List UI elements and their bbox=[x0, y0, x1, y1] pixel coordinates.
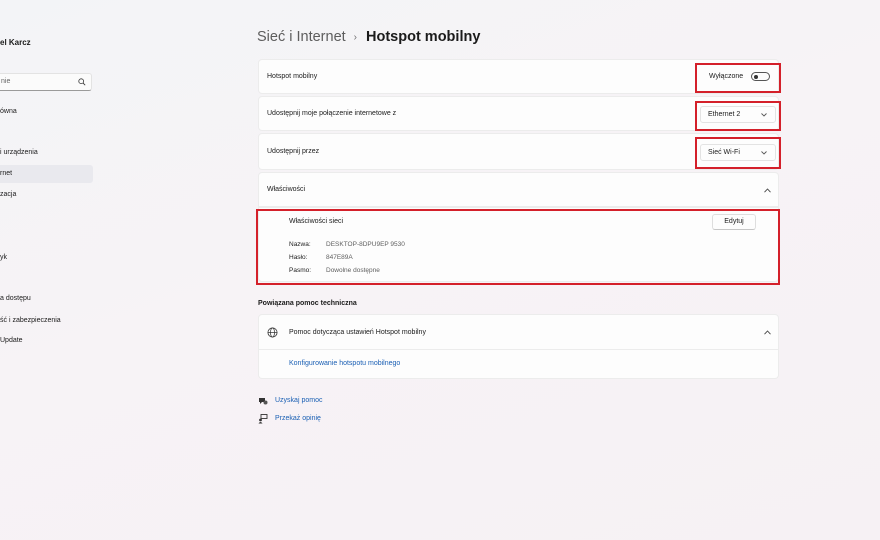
search-placeholder: nie bbox=[1, 78, 11, 85]
user-name: el Karcz bbox=[0, 38, 31, 47]
breadcrumb-parent[interactable]: Sieć i Internet bbox=[257, 29, 346, 45]
edit-button[interactable]: Edytuj bbox=[712, 214, 756, 230]
share-from-dropdown[interactable]: Ethernet 2 bbox=[700, 106, 776, 123]
property-value-password: 847E89A bbox=[326, 254, 353, 261]
share-from-card: Udostępnij moje połączenie internetowe z… bbox=[258, 96, 781, 131]
share-over-value: Sieć Wi-Fi bbox=[708, 149, 740, 156]
network-properties-panel: Właściwości sieci Edytuj Nazwa: DESKTOP-… bbox=[256, 207, 780, 285]
share-from-label: Udostępnij moje połączenie internetowe z bbox=[267, 110, 397, 117]
share-over-label: Udostępnij przez bbox=[267, 148, 320, 155]
help-chat-icon bbox=[259, 398, 268, 405]
share-from-value: Ethernet 2 bbox=[708, 111, 741, 118]
help-expander[interactable]: Pomoc dotycząca ustawień Hotspot mobilny bbox=[258, 314, 779, 350]
hotspot-card: Hotspot mobilny Wyłączone bbox=[258, 59, 781, 94]
feedback-link[interactable]: Przekaż opinię bbox=[275, 415, 321, 422]
chevron-up-icon bbox=[764, 330, 771, 335]
chevron-up-icon bbox=[764, 188, 771, 193]
network-properties-title: Właściwości sieci bbox=[289, 218, 344, 225]
hotspot-label: Hotspot mobilny bbox=[267, 73, 318, 80]
related-help-title: Powiązana pomoc techniczna bbox=[258, 300, 357, 307]
help-content: Konfigurowanie hotspotu mobilnego bbox=[258, 350, 779, 379]
chevron-down-icon bbox=[761, 151, 767, 155]
chevron-down-icon bbox=[761, 113, 767, 117]
sidebar-item-network[interactable]: rnet bbox=[0, 165, 93, 183]
properties-expander[interactable]: Właściwości bbox=[258, 172, 779, 207]
property-key: Hasło: bbox=[289, 254, 308, 261]
get-help-link[interactable]: Uzyskaj pomoc bbox=[275, 397, 322, 404]
property-value-band: Dowolne dostępne bbox=[326, 267, 380, 274]
chevron-right-icon: › bbox=[353, 32, 358, 43]
property-value-name: DESKTOP-8DPU9EP 9530 bbox=[326, 241, 405, 248]
toggle-state-label: Wyłączone bbox=[709, 73, 744, 80]
feedback-icon bbox=[258, 414, 268, 424]
page-title: Hotspot mobilny bbox=[366, 29, 481, 45]
property-key: Nazwa: bbox=[289, 241, 311, 248]
share-over-dropdown[interactable]: Sieć Wi-Fi bbox=[700, 144, 776, 161]
share-over-card: Udostępnij przez Sieć Wi-Fi bbox=[258, 133, 781, 170]
globe-icon bbox=[267, 327, 278, 338]
sidebar-item-home[interactable]: ówna bbox=[0, 103, 17, 121]
sidebar-item-personalization[interactable]: zacja bbox=[0, 186, 16, 204]
property-key: Pasmo: bbox=[289, 267, 312, 274]
sidebar-item-devices[interactable]: i urządzenia bbox=[0, 144, 38, 162]
breadcrumb: Sieć i Internet › Hotspot mobilny bbox=[257, 29, 480, 45]
help-label: Pomoc dotycząca ustawień Hotspot mobilny bbox=[289, 329, 426, 336]
sidebar-item-update[interactable]: Update bbox=[0, 332, 23, 350]
sidebar-item-privacy[interactable]: ść i zabezpieczenia bbox=[0, 312, 61, 330]
search-icon bbox=[78, 78, 86, 86]
search-input[interactable]: nie bbox=[0, 73, 92, 91]
sidebar-item-accessibility[interactable]: a dostępu bbox=[0, 290, 31, 308]
toggle-knob bbox=[754, 74, 758, 79]
hotspot-toggle[interactable] bbox=[751, 72, 770, 81]
configure-hotspot-link[interactable]: Konfigurowanie hotspotu mobilnego bbox=[289, 360, 400, 367]
sidebar-item-language[interactable]: yk bbox=[0, 249, 7, 267]
properties-label: Właściwości bbox=[267, 186, 306, 193]
